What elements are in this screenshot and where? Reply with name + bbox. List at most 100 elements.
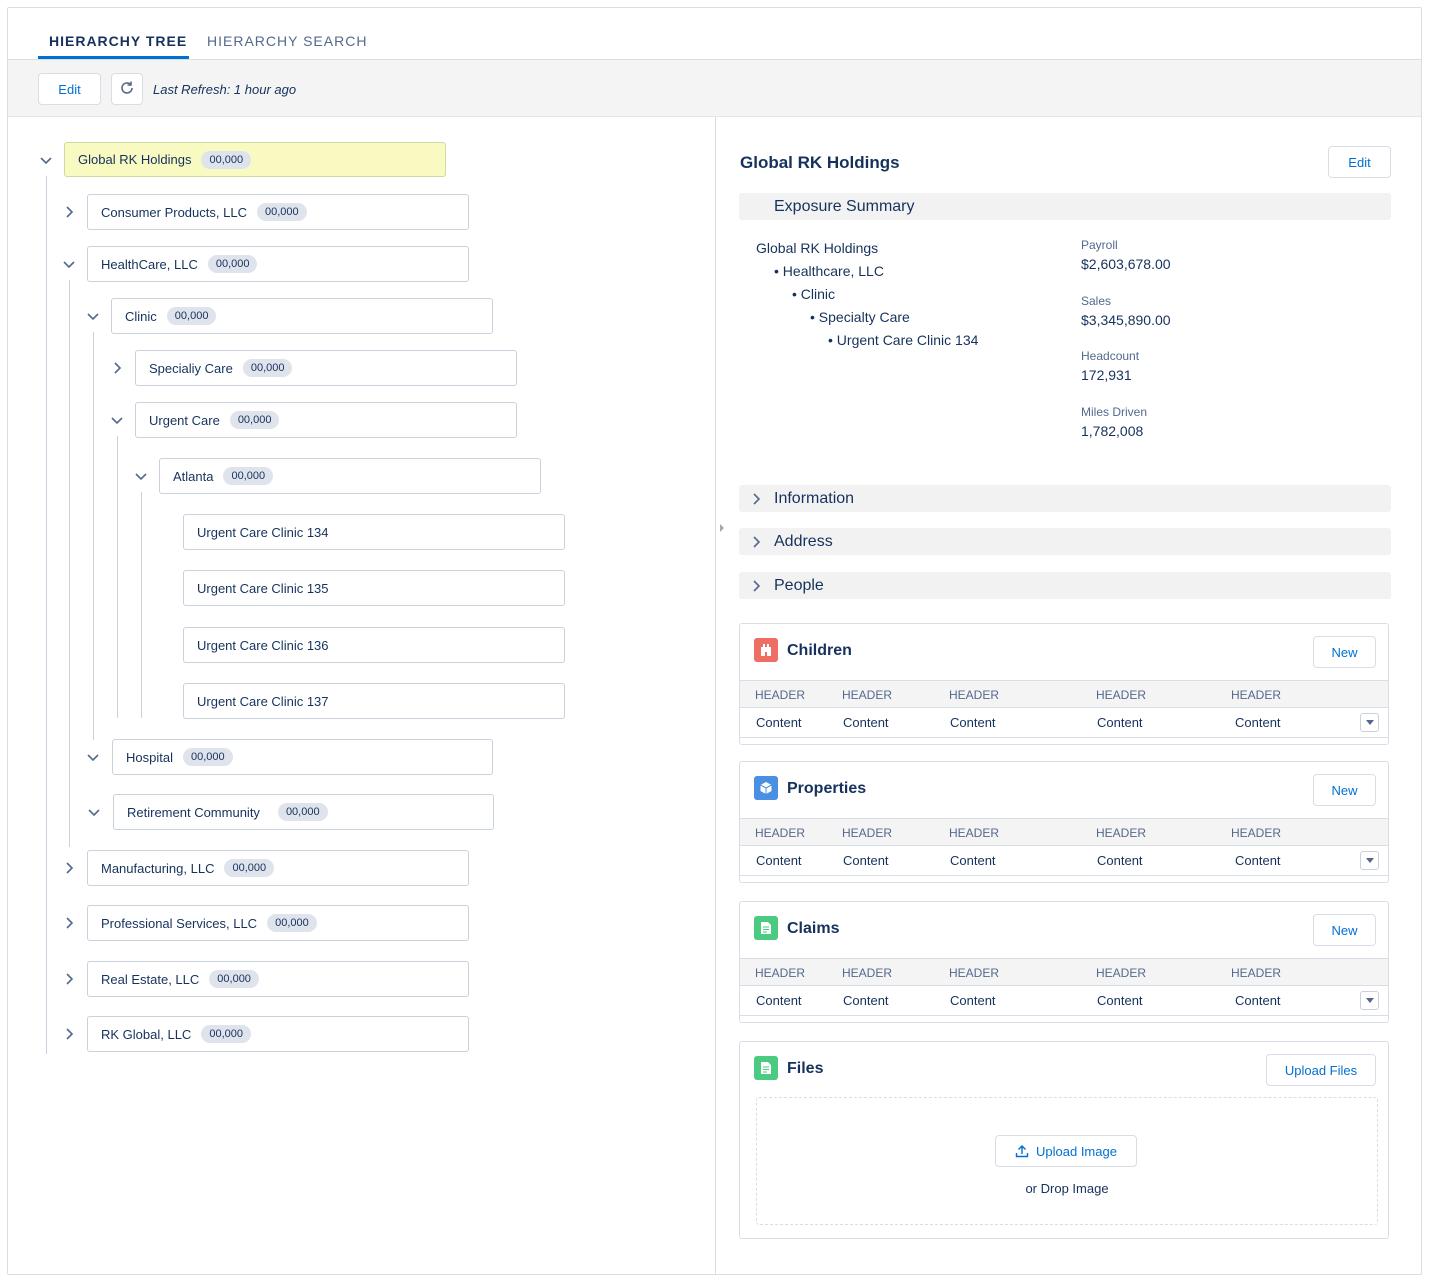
tree-node-label: RK Global, LLC (101, 1026, 192, 1042)
metric-value: $3,345,890.00 (1081, 312, 1171, 328)
row-actions-menu[interactable] (1360, 991, 1379, 1010)
row-actions-menu[interactable] (1360, 713, 1379, 732)
chevron-down-icon[interactable] (109, 412, 125, 428)
table-cell: Content (1235, 993, 1281, 1008)
toolbar: Edit Last Refresh: 1 hour ago (8, 60, 1421, 117)
refresh-button[interactable] (111, 73, 143, 105)
chevron-down-icon[interactable] (61, 256, 77, 272)
tree-node-clinic[interactable]: Clinic 00,000 (111, 298, 493, 334)
column-header[interactable]: HEADER (842, 966, 892, 980)
claims-card: Claims New HEADER HEADER HEADER HEADER H… (739, 901, 1389, 1023)
tree-guide-line (93, 332, 94, 740)
split-divider[interactable] (715, 117, 716, 1275)
tree-node-real-estate[interactable]: Real Estate, LLC 00,000 (87, 961, 469, 997)
count-badge: 00,000 (224, 859, 275, 877)
chevron-right-icon[interactable] (61, 1026, 77, 1042)
section-label: People (774, 576, 824, 594)
table-cell: Content (1097, 715, 1143, 730)
table-row: Content Content Content Content Content (740, 846, 1388, 876)
table-cell: Content (950, 715, 996, 730)
exposure-path-item: • Clinic (792, 286, 836, 302)
section-people[interactable]: People (739, 572, 1391, 599)
tree-node-leaf[interactable]: Urgent Care Clinic 136 (183, 627, 565, 663)
column-header[interactable]: HEADER (949, 966, 999, 980)
exposure-path-item: • Specialty Care (810, 309, 910, 325)
file-drop-zone[interactable]: Upload Image or Drop Image (756, 1097, 1378, 1225)
column-header[interactable]: HEADER (755, 826, 805, 840)
tree-node-label: Manufacturing, LLC (101, 860, 215, 876)
new-property-button[interactable]: New (1313, 774, 1376, 806)
chevron-right-icon (748, 491, 764, 507)
column-header[interactable]: HEADER (1096, 826, 1146, 840)
tree-node-leaf[interactable]: Urgent Care Clinic 134 (183, 514, 565, 550)
column-header[interactable]: HEADER (949, 826, 999, 840)
tree-node-professional-services[interactable]: Professional Services, LLC 00,000 (87, 905, 469, 941)
chevron-right-icon[interactable] (61, 204, 77, 220)
table-row: Content Content Content Content Content (740, 708, 1388, 738)
tree-node-manufacturing[interactable]: Manufacturing, LLC 00,000 (87, 850, 469, 886)
chevron-right-icon[interactable] (109, 360, 125, 376)
column-header[interactable]: HEADER (755, 966, 805, 980)
upload-image-label: Upload Image (1036, 1143, 1117, 1159)
chevron-down-icon[interactable] (86, 804, 102, 820)
tree-node-specialty-care[interactable]: Specialiy Care 00,000 (135, 350, 517, 386)
column-header[interactable]: HEADER (1231, 966, 1281, 980)
chevron-right-icon[interactable] (61, 860, 77, 876)
upload-files-button[interactable]: Upload Files (1266, 1054, 1376, 1086)
detail-edit-button[interactable]: Edit (1328, 146, 1391, 178)
column-header[interactable]: HEADER (1231, 688, 1281, 702)
tree-node-leaf[interactable]: Urgent Care Clinic 137 (183, 683, 565, 719)
count-badge: 00,000 (201, 150, 252, 169)
card-title: Properties (787, 780, 867, 797)
row-actions-menu[interactable] (1360, 851, 1379, 870)
tree-node-root[interactable]: Global RK Holdings 00,000 (64, 142, 446, 177)
tree-node-urgent-care[interactable]: Urgent Care 00,000 (135, 402, 517, 438)
count-badge: 00,000 (207, 255, 258, 273)
upload-image-button[interactable]: Upload Image (995, 1135, 1137, 1167)
chevron-right-icon[interactable] (61, 971, 77, 987)
exposure-path-item: • Healthcare, LLC (774, 263, 884, 279)
column-header[interactable]: HEADER (949, 688, 999, 702)
tree-node-consumer-products[interactable]: Consumer Products, LLC 00,000 (87, 194, 469, 230)
new-child-button[interactable]: New (1313, 636, 1376, 668)
tree-node-hospital[interactable]: Hospital 00,000 (112, 739, 493, 775)
document-icon (754, 916, 778, 940)
tree-node-rk-global[interactable]: RK Global, LLC 00,000 (87, 1016, 469, 1052)
metric-label: Sales (1081, 294, 1112, 308)
section-information[interactable]: Information (739, 485, 1391, 512)
chevron-down-icon[interactable] (85, 749, 101, 765)
chevron-down-icon[interactable] (133, 468, 149, 484)
section-label: Information (774, 489, 855, 507)
tree-node-label: Urgent Care Clinic 137 (197, 693, 329, 709)
tree-node-atlanta[interactable]: Atlanta 00,000 (159, 458, 541, 494)
exposure-summary-header[interactable]: Exposure Summary (739, 193, 1391, 220)
tree-node-leaf[interactable]: Urgent Care Clinic 135 (183, 570, 565, 606)
chevron-right-icon[interactable] (61, 915, 77, 931)
column-header[interactable]: HEADER (1096, 688, 1146, 702)
chevron-down-icon[interactable] (85, 308, 101, 324)
edit-button[interactable]: Edit (38, 73, 101, 105)
tab-bar: HIERARCHY TREE HIERARCHY SEARCH (8, 8, 1421, 60)
column-header[interactable]: HEADER (755, 688, 805, 702)
collapse-handle-icon[interactable] (720, 524, 724, 532)
table-header: HEADER HEADER HEADER HEADER HEADER (740, 680, 1388, 708)
metric-label: Headcount (1081, 349, 1140, 363)
card-title: Claims (787, 920, 840, 937)
tree-node-healthcare[interactable]: HealthCare, LLC 00,000 (87, 246, 469, 282)
files-card: Files Upload Files Upload Image or Drop … (739, 1041, 1389, 1239)
count-badge: 00,000 (201, 1025, 251, 1043)
tab-hierarchy-search[interactable]: HIERARCHY SEARCH (207, 33, 367, 49)
column-header[interactable]: HEADER (842, 826, 892, 840)
column-header[interactable]: HEADER (1096, 966, 1146, 980)
column-header[interactable]: HEADER (842, 688, 892, 702)
chevron-down-icon[interactable] (38, 152, 54, 168)
section-address[interactable]: Address (739, 528, 1391, 555)
column-header[interactable]: HEADER (1231, 826, 1281, 840)
tab-hierarchy-tree[interactable]: HIERARCHY TREE (49, 33, 187, 49)
upload-icon (1015, 1144, 1029, 1158)
count-badge: 00,000 (229, 411, 280, 429)
document-icon (754, 1056, 778, 1080)
tree-node-retirement-community[interactable]: Retirement Community 00,000 (113, 794, 494, 830)
new-claim-button[interactable]: New (1313, 914, 1376, 946)
tree-guide-line (46, 176, 47, 1054)
